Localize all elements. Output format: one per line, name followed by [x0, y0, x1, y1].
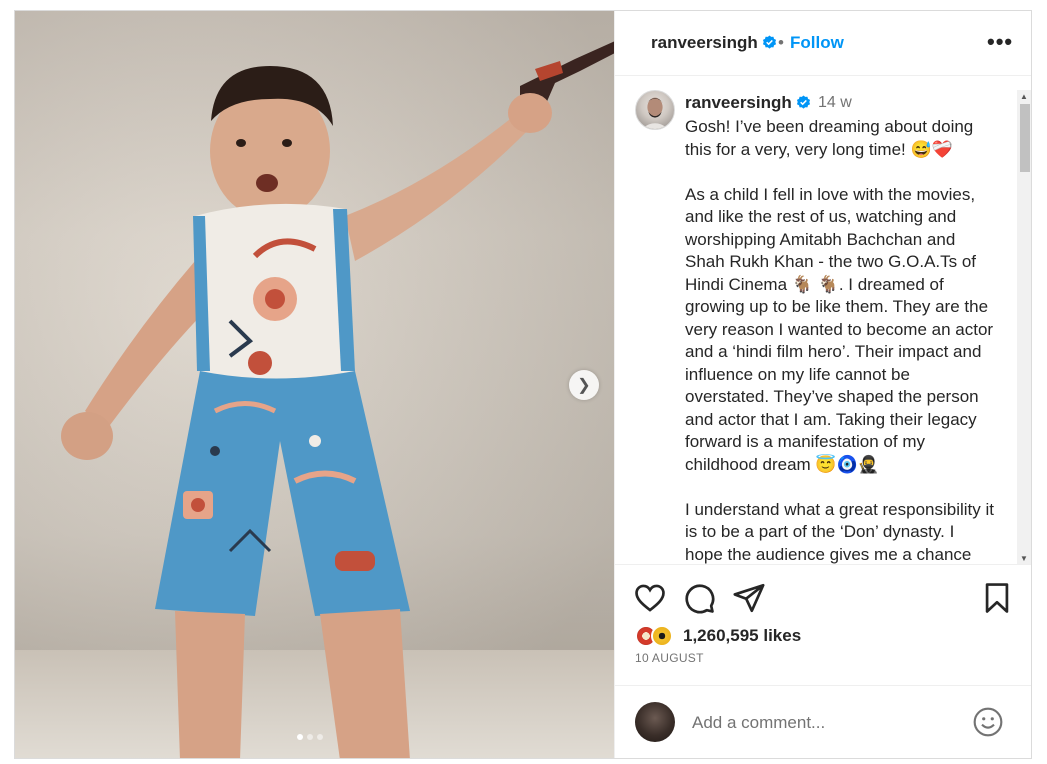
- caption-username-text[interactable]: ranveersingh: [685, 93, 792, 112]
- next-slide-button[interactable]: ❯: [569, 370, 599, 400]
- separator-dot: •: [778, 33, 784, 52]
- comment-input[interactable]: [690, 708, 964, 738]
- bookmark-icon[interactable]: [980, 581, 1014, 615]
- caption-timestamp[interactable]: 14 w: [818, 94, 852, 112]
- chevron-right-icon: ❯: [577, 377, 591, 394]
- comment-bar: [615, 685, 1031, 758]
- post-card: ❯ ranveersingh • Follow ••• ranveersingh…: [14, 10, 1032, 759]
- verified-badge-icon: [762, 35, 776, 49]
- post-media[interactable]: ❯: [15, 11, 614, 758]
- likes-row: 1,260,595 likes: [635, 623, 1015, 651]
- carousel-dot: [297, 734, 303, 740]
- scroll-thumb[interactable]: [1020, 104, 1030, 172]
- action-bar: [615, 576, 1031, 626]
- verified-badge-icon: [796, 95, 810, 109]
- caption-scrollbar[interactable]: ▲ ▼: [1017, 90, 1031, 564]
- post-header: ranveersingh • Follow •••: [615, 11, 1031, 76]
- scroll-up-arrow-icon[interactable]: ▲: [1020, 92, 1028, 101]
- heart-icon[interactable]: [633, 581, 667, 615]
- carousel-dot: [317, 734, 323, 740]
- username-text[interactable]: ranveersingh: [651, 33, 758, 52]
- caption-section: ranveersingh 14 w Gosh! I’ve been dreami…: [615, 76, 1031, 565]
- header-username[interactable]: ranveersingh: [651, 33, 777, 53]
- carousel-dot: [307, 734, 313, 740]
- follow-button[interactable]: Follow: [790, 33, 844, 53]
- avatar: [635, 702, 675, 742]
- likes-count[interactable]: 1,260,595 likes: [683, 626, 801, 646]
- post-details-panel: ranveersingh • Follow ••• ranveersingh 1…: [614, 11, 1031, 758]
- child-photo: [61, 41, 614, 758]
- more-options-icon[interactable]: •••: [987, 29, 1013, 55]
- carousel-dots: [297, 734, 323, 740]
- avatar[interactable]: [635, 90, 675, 130]
- post-date[interactable]: 10 AUGUST: [635, 651, 704, 665]
- caption-username[interactable]: ranveersingh: [685, 93, 811, 113]
- smiley-icon[interactable]: [972, 706, 1004, 738]
- avatar-face: [641, 97, 669, 129]
- caption-text: Gosh! I’ve been dreaming about doing thi…: [685, 117, 995, 564]
- send-icon[interactable]: [732, 581, 766, 615]
- scroll-down-arrow-icon[interactable]: ▼: [1020, 554, 1028, 563]
- liker-avatar[interactable]: [651, 625, 673, 647]
- comment-icon[interactable]: [682, 581, 716, 615]
